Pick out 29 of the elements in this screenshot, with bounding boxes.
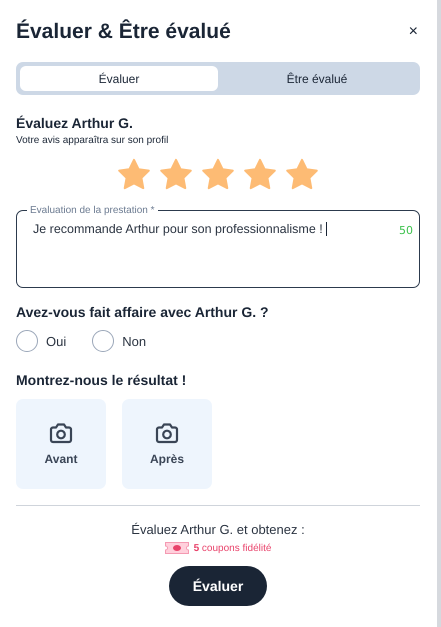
character-counter: 50 [399,224,413,237]
radio-label[interactable]: Non [122,334,146,348]
business-question: Avez-vous fait affaire avec Arthur G. ? [16,304,270,320]
rating-heading: Évaluez Arthur G. [16,115,134,131]
submit-button[interactable]: Évaluer [169,566,267,606]
dialog-title: Évaluer & Être évalué [16,20,231,44]
tab[interactable]: Évaluer [20,66,218,91]
close-button[interactable]: × [406,23,420,41]
rating-subtitle: Votre avis apparaîtra sur son profil [16,135,170,146]
star-icon[interactable] [201,158,235,191]
radio-button[interactable] [92,330,114,352]
star-icon[interactable] [243,158,277,191]
photo-upload-button[interactable]: Avant [16,399,106,489]
radio-label[interactable]: Oui [46,334,66,348]
coupon-text: 5 coupons fidélité [194,542,272,554]
photos-heading: Montrez-nous le résultat ! [16,372,188,388]
review-label: Evaluation de la prestation * [29,205,156,216]
star-icon[interactable] [285,158,319,191]
photo-upload-button[interactable]: Après [122,399,212,489]
radio-button[interactable] [16,330,38,352]
review-text: Je recommande Arthur pour son professionnalisme ! [33,222,327,236]
star-icon[interactable] [159,158,193,191]
star-icon[interactable] [117,158,151,191]
camera-icon [155,422,179,444]
tab[interactable]: Être évalué [218,66,416,91]
ticket-icon [164,542,189,554]
review-field[interactable]: Evaluation de la prestation * Je recommande Arthur pour son professionnalisme ! 50 [16,205,420,288]
camera-icon [49,422,73,444]
reward-text: Évaluez Arthur G. et obtenez : [131,522,305,537]
